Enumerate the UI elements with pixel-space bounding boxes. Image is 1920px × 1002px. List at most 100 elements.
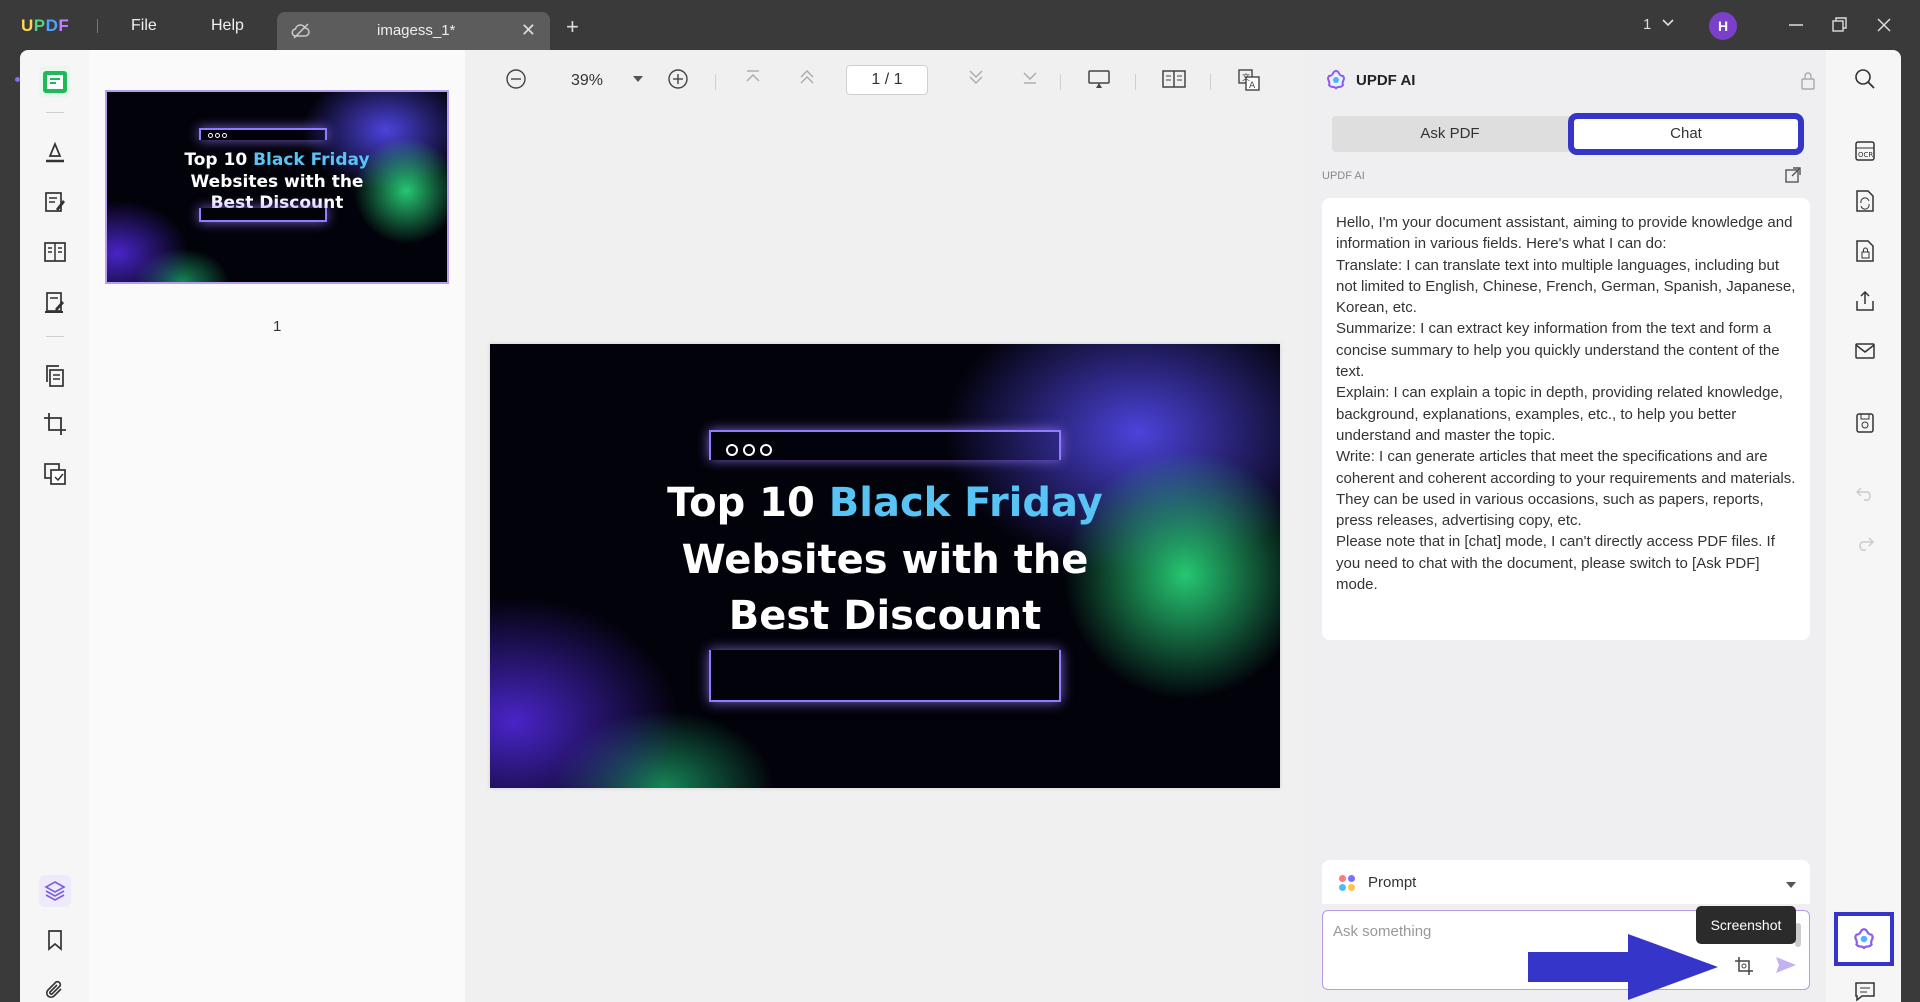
slide-line-2: Websites with the <box>190 172 364 192</box>
new-tab-button[interactable]: + <box>566 14 579 40</box>
message-paragraph: Summarize: I can extract key information… <box>1336 320 1780 381</box>
page-number-input[interactable]: 1 / 1 <box>846 65 928 95</box>
page-layout-icon[interactable] <box>39 236 71 268</box>
share-icon[interactable] <box>1850 286 1880 316</box>
toolbar-separator <box>46 112 64 113</box>
updf-ai-icon <box>1854 928 1874 950</box>
redo-icon[interactable] <box>1850 528 1880 558</box>
slide-graphic: Top 10 Black Friday Websites with the Be… <box>107 92 447 282</box>
ai-panel: UPDF AI Ask PDF Chat UPDF AI Hello, I'm … <box>1306 50 1826 1002</box>
form-edit-icon[interactable] <box>39 286 71 318</box>
title-separator <box>97 19 98 33</box>
message-paragraph: Write: I can generate articles that meet… <box>1336 448 1796 530</box>
next-page-icon[interactable] <box>967 68 985 86</box>
slide-line-1: Top 10 Black Friday <box>667 480 1103 526</box>
window-count: 1 <box>1643 16 1652 33</box>
updf-ai-logo-icon <box>1324 68 1348 97</box>
email-icon[interactable] <box>1850 336 1880 366</box>
svg-text:OCR: OCR <box>1858 151 1873 159</box>
send-icon[interactable] <box>1775 955 1797 980</box>
prompt-label: Prompt <box>1368 874 1417 891</box>
slide-line-1: Top 10 Black Friday <box>184 150 370 170</box>
zoom-value[interactable]: 39% <box>571 72 603 90</box>
bookmark-icon[interactable] <box>39 924 71 956</box>
slide-line-3: Best Discount <box>728 593 1042 639</box>
minimize-icon[interactable] <box>1785 14 1807 36</box>
zoom-out-icon[interactable] <box>505 68 527 90</box>
thumbnail-page-number: 1 <box>273 318 282 335</box>
translate-icon[interactable]: 文A <box>1237 68 1261 92</box>
menu-help[interactable]: Help <box>211 17 244 35</box>
first-page-icon[interactable] <box>744 68 762 86</box>
user-avatar[interactable]: H <box>1709 12 1737 40</box>
pdf-page[interactable]: Top 10 Black Friday Websites with the Be… <box>490 344 1280 788</box>
caret-down-icon[interactable] <box>1786 876 1796 894</box>
lock-icon[interactable] <box>1800 70 1816 95</box>
screenshot-icon[interactable] <box>1733 955 1755 982</box>
undo-icon[interactable] <box>1850 478 1880 508</box>
edit-pdf-icon[interactable] <box>39 186 71 218</box>
prompt-selector[interactable]: Prompt <box>1322 860 1810 904</box>
message-paragraph: Translate: I can translate text into mul… <box>1336 256 1796 317</box>
svg-text:A: A <box>1249 81 1256 91</box>
left-toolbar <box>15 50 89 1002</box>
two-page-view-icon[interactable] <box>1161 68 1187 90</box>
toolbar-separator <box>1135 74 1136 90</box>
document-tab[interactable]: imagess_1* ✕ <box>277 12 550 50</box>
tab-title: imagess_1* <box>377 22 456 39</box>
cloud-off-icon <box>291 22 311 45</box>
mode-switch: Ask PDF Chat <box>1332 113 1804 155</box>
close-window-icon[interactable] <box>1873 14 1895 36</box>
menu-file[interactable]: File <box>131 17 157 35</box>
slide-graphic: Top 10 Black Friday Websites with the Be… <box>490 344 1280 788</box>
protect-pdf-icon[interactable] <box>1850 236 1880 266</box>
updf-logo: UPDF <box>21 16 70 35</box>
presentation-icon[interactable] <box>1087 68 1111 90</box>
tab-close-icon[interactable]: ✕ <box>521 20 536 41</box>
toolbar-separator <box>715 74 716 90</box>
toolbar-separator <box>1060 74 1061 90</box>
frame-bottom <box>709 650 1061 702</box>
convert-pdf-icon[interactable] <box>1850 186 1880 216</box>
dots-icon <box>726 444 772 456</box>
zoom-dropdown-icon[interactable] <box>633 76 643 84</box>
document-viewer: 39% 1 / 1 文A Top 10 Black Friday Website… <box>465 50 1306 1002</box>
comments-icon[interactable] <box>1850 976 1880 1002</box>
reader-mode-icon[interactable] <box>39 66 71 98</box>
ai-panel-title: UPDF AI <box>1356 72 1416 89</box>
indicator-dot <box>15 77 20 82</box>
message-paragraph: Explain: I can explain a topic in depth,… <box>1336 384 1783 444</box>
zoom-in-icon[interactable] <box>667 68 689 90</box>
search-icon[interactable] <box>1850 64 1880 94</box>
slide-line-2: Websites with the <box>681 537 1089 583</box>
frame-bottom <box>199 208 327 222</box>
page-thumbnail[interactable]: Top 10 Black Friday Websites with the Be… <box>105 90 449 284</box>
tab-chat[interactable]: Chat <box>1568 113 1804 155</box>
attachment-icon[interactable] <box>39 974 71 1002</box>
restore-icon[interactable] <box>1829 14 1851 36</box>
right-toolbar: OCR <box>1826 50 1901 1002</box>
toolbar-separator <box>1210 74 1211 90</box>
organize-pages-icon[interactable] <box>39 360 71 392</box>
message-source-label: UPDF AI <box>1322 170 1365 182</box>
tab-ask-pdf[interactable]: Ask PDF <box>1332 116 1568 152</box>
crop-icon[interactable] <box>39 408 71 440</box>
save-icon[interactable] <box>1850 408 1880 438</box>
previous-page-icon[interactable] <box>798 68 816 86</box>
batch-tools-icon[interactable] <box>39 458 71 490</box>
message-paragraph: Please note that in [chat] mode, I can't… <box>1336 533 1775 594</box>
message-paragraph: Hello, I'm your document assistant, aimi… <box>1336 214 1793 253</box>
ocr-icon[interactable]: OCR <box>1850 136 1880 166</box>
assistant-message: Hello, I'm your document assistant, aimi… <box>1322 198 1810 640</box>
annotation-arrow <box>1528 932 1718 1002</box>
comment-highlighter-icon[interactable] <box>39 136 71 168</box>
toolbar-separator <box>46 336 64 337</box>
prompt-icon <box>1338 874 1356 897</box>
updf-ai-toggle-button[interactable] <box>1834 912 1894 966</box>
chevron-down-icon[interactable] <box>1660 14 1676 35</box>
external-link-icon[interactable] <box>1784 166 1802 189</box>
last-page-icon[interactable] <box>1021 68 1039 86</box>
thumbnail-pane: Top 10 Black Friday Websites with the Be… <box>89 50 465 1002</box>
title-bar: UPDF File Help imagess_1* ✕ + 1 H <box>0 0 1920 50</box>
layers-icon[interactable] <box>39 875 71 907</box>
